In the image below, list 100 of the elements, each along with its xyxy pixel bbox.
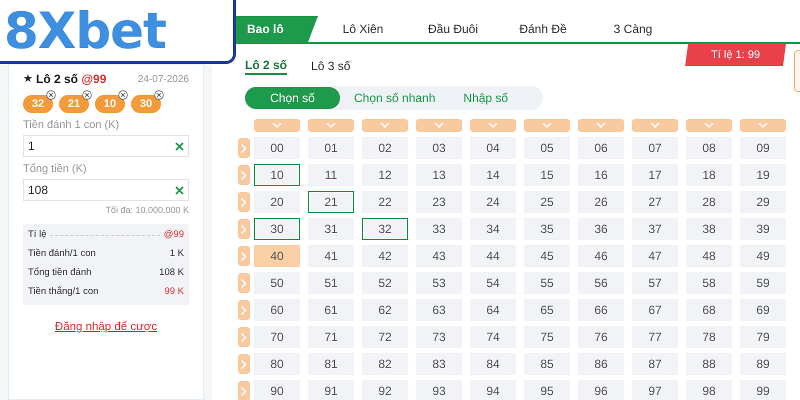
row-select-button[interactable] <box>238 354 250 374</box>
login-link[interactable]: Đăng nhập để cược <box>54 318 158 336</box>
number-cell[interactable]: 12 <box>362 164 408 186</box>
number-cell[interactable]: 59 <box>740 272 786 294</box>
row-select-button[interactable] <box>238 246 250 266</box>
number-cell[interactable]: 84 <box>470 353 516 375</box>
number-cell[interactable]: 96 <box>578 380 624 400</box>
number-cell[interactable]: 89 <box>740 353 786 375</box>
number-cell[interactable]: 07 <box>632 137 678 159</box>
number-cell[interactable]: 80 <box>254 353 300 375</box>
number-cell[interactable]: 15 <box>524 164 570 186</box>
number-cell[interactable]: 87 <box>632 353 678 375</box>
number-cell[interactable]: 42 <box>362 245 408 267</box>
row-select-button[interactable] <box>238 219 250 239</box>
number-cell[interactable]: 48 <box>686 245 732 267</box>
number-cell[interactable]: 98 <box>686 380 732 400</box>
number-cell[interactable]: 35 <box>524 218 570 240</box>
number-cell[interactable]: 46 <box>578 245 624 267</box>
number-cell[interactable]: 11 <box>308 164 354 186</box>
number-cell[interactable]: 18 <box>686 164 732 186</box>
number-cell[interactable]: 73 <box>416 326 462 348</box>
column-select-button[interactable] <box>362 119 408 132</box>
number-cell[interactable]: 85 <box>524 353 570 375</box>
number-cell[interactable]: 29 <box>740 191 786 213</box>
subtab[interactable]: Lô 2 số <box>245 57 288 75</box>
number-cell[interactable]: 60 <box>254 299 300 321</box>
clear-icon[interactable] <box>175 142 184 150</box>
number-cell[interactable]: 76 <box>578 326 624 348</box>
number-cell[interactable]: 55 <box>524 272 570 294</box>
number-cell[interactable]: 51 <box>308 272 354 294</box>
row-select-button[interactable] <box>238 300 250 320</box>
column-select-button[interactable] <box>632 119 678 132</box>
number-cell[interactable]: 14 <box>470 164 516 186</box>
number-cell[interactable]: 49 <box>740 245 786 267</box>
row-select-button[interactable] <box>238 273 250 293</box>
number-cell[interactable]: 37 <box>632 218 678 240</box>
number-cell[interactable]: 26 <box>578 191 624 213</box>
number-cell[interactable]: 77 <box>632 326 678 348</box>
number-cell[interactable]: 20 <box>254 191 300 213</box>
number-cell[interactable]: 83 <box>416 353 462 375</box>
number-cell[interactable]: 70 <box>254 326 300 348</box>
number-cell[interactable]: 27 <box>632 191 678 213</box>
number-cell[interactable]: 57 <box>632 272 678 294</box>
number-cell[interactable]: 21 <box>308 191 354 213</box>
row-select-button[interactable] <box>238 138 250 158</box>
number-cell[interactable]: 94 <box>470 380 516 400</box>
number-cell[interactable]: 62 <box>362 299 408 321</box>
subtab[interactable]: Lô 3 số <box>311 58 350 74</box>
tab[interactable]: Bao lô <box>235 16 318 42</box>
tab[interactable]: 3 Càng <box>588 16 678 42</box>
number-cell[interactable]: 68 <box>686 299 732 321</box>
number-cell[interactable]: 28 <box>686 191 732 213</box>
number-cell[interactable]: 86 <box>578 353 624 375</box>
number-cell[interactable]: 45 <box>524 245 570 267</box>
row-select-button[interactable] <box>238 327 250 347</box>
number-cell[interactable]: 99 <box>740 380 786 400</box>
column-select-button[interactable] <box>578 119 624 132</box>
number-cell[interactable]: 61 <box>308 299 354 321</box>
number-cell[interactable]: 17 <box>632 164 678 186</box>
number-cell[interactable]: 10 <box>254 164 300 186</box>
number-cell[interactable]: 92 <box>362 380 408 400</box>
number-cell[interactable]: 06 <box>578 137 624 159</box>
number-cell[interactable]: 32 <box>362 218 408 240</box>
tab[interactable]: Lô Xiên <box>318 16 408 42</box>
number-cell[interactable]: 01 <box>308 137 354 159</box>
remove-icon[interactable] <box>82 90 92 100</box>
number-cell[interactable]: 65 <box>524 299 570 321</box>
row-select-button[interactable] <box>238 381 250 400</box>
number-cell[interactable]: 47 <box>632 245 678 267</box>
number-cell[interactable]: 97 <box>632 380 678 400</box>
number-cell[interactable]: 19 <box>740 164 786 186</box>
number-cell[interactable]: 72 <box>362 326 408 348</box>
number-cell[interactable]: 25 <box>524 191 570 213</box>
remove-icon[interactable] <box>154 90 164 100</box>
tab[interactable]: Đánh Đề <box>498 16 588 42</box>
mode-option[interactable]: Chọn số <box>245 87 340 109</box>
number-cell[interactable]: 34 <box>470 218 516 240</box>
number-cell[interactable]: 54 <box>470 272 516 294</box>
number-cell[interactable]: 81 <box>308 353 354 375</box>
number-cell[interactable]: 13 <box>416 164 462 186</box>
number-cell[interactable]: 74 <box>470 326 516 348</box>
number-cell[interactable]: 39 <box>740 218 786 240</box>
tab[interactable]: Đầu Đuôi <box>408 16 498 42</box>
number-cell[interactable]: 56 <box>578 272 624 294</box>
number-cell[interactable]: 93 <box>416 380 462 400</box>
number-cell[interactable]: 82 <box>362 353 408 375</box>
amount-field[interactable]: 108 <box>23 179 189 201</box>
number-cell[interactable]: 79 <box>740 326 786 348</box>
number-cell[interactable]: 41 <box>308 245 354 267</box>
number-cell[interactable]: 50 <box>254 272 300 294</box>
number-cell[interactable]: 52 <box>362 272 408 294</box>
row-select-button[interactable] <box>238 192 250 212</box>
number-cell[interactable]: 44 <box>470 245 516 267</box>
number-cell[interactable]: 40 <box>254 245 300 267</box>
column-select-button[interactable] <box>686 119 732 132</box>
number-cell[interactable]: 23 <box>416 191 462 213</box>
number-cell[interactable]: 88 <box>686 353 732 375</box>
column-select-button[interactable] <box>416 119 462 132</box>
column-select-button[interactable] <box>740 119 786 132</box>
number-cell[interactable]: 03 <box>416 137 462 159</box>
